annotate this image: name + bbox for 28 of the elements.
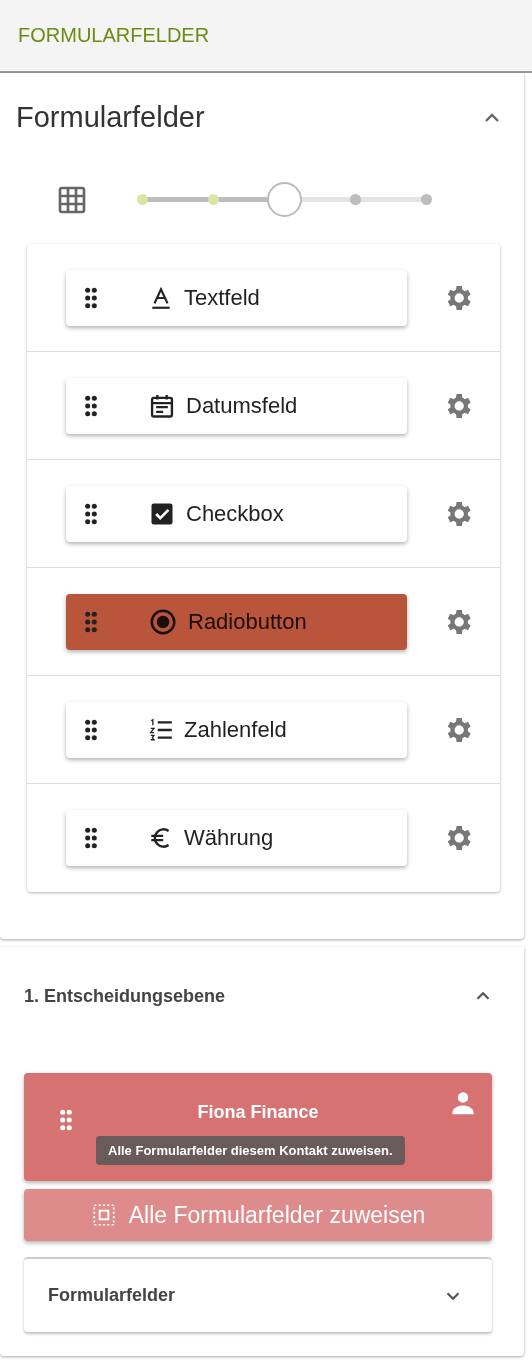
field-chip[interactable]: Radiobutton [66, 593, 407, 650]
field-chip[interactable]: Zahlenfeld [66, 701, 407, 758]
drag-handle-icon[interactable] [84, 610, 98, 633]
field-chip[interactable]: Textfeld [66, 269, 407, 326]
panel-title: Formularfelder [16, 101, 205, 134]
field-chip[interactable]: Checkbox [66, 485, 407, 542]
slider-step-dot[interactable] [350, 194, 361, 205]
drag-handle-icon[interactable] [59, 1109, 73, 1131]
field-chip[interactable]: Währung [66, 810, 407, 866]
slider-step-dot[interactable] [137, 194, 148, 205]
sub-panel-title: Formularfelder [48, 1285, 176, 1306]
tooltip: Alle Formularfelder diesem Kontakt zuweisen. [96, 1136, 405, 1165]
field-chip[interactable]: Datumsfeld [66, 377, 407, 434]
header-title: FORMULARFELDER [18, 24, 210, 47]
drag-handle-icon[interactable] [84, 827, 98, 849]
contact-card[interactable]: Fiona Finance Alle Formularfelder diesem Kontakt zuweisen. [24, 1073, 492, 1181]
select-all-icon [90, 1202, 117, 1228]
drag-handle-icon[interactable] [84, 394, 98, 417]
slider-step-dot[interactable] [421, 194, 432, 205]
numbered-list-icon [148, 716, 174, 743]
panel-title: 1. Entscheidungsebene [24, 985, 226, 1007]
slider-step-dot[interactable] [208, 194, 219, 205]
sub-panel[interactable]: Formularfelder [24, 1257, 492, 1332]
drag-handle-icon[interactable] [84, 502, 98, 525]
contact-name: Fiona Finance [196, 1102, 320, 1123]
drag-handle-icon[interactable] [84, 286, 98, 309]
drag-handle-icon[interactable] [84, 718, 98, 741]
slider-thumb[interactable] [267, 182, 302, 217]
